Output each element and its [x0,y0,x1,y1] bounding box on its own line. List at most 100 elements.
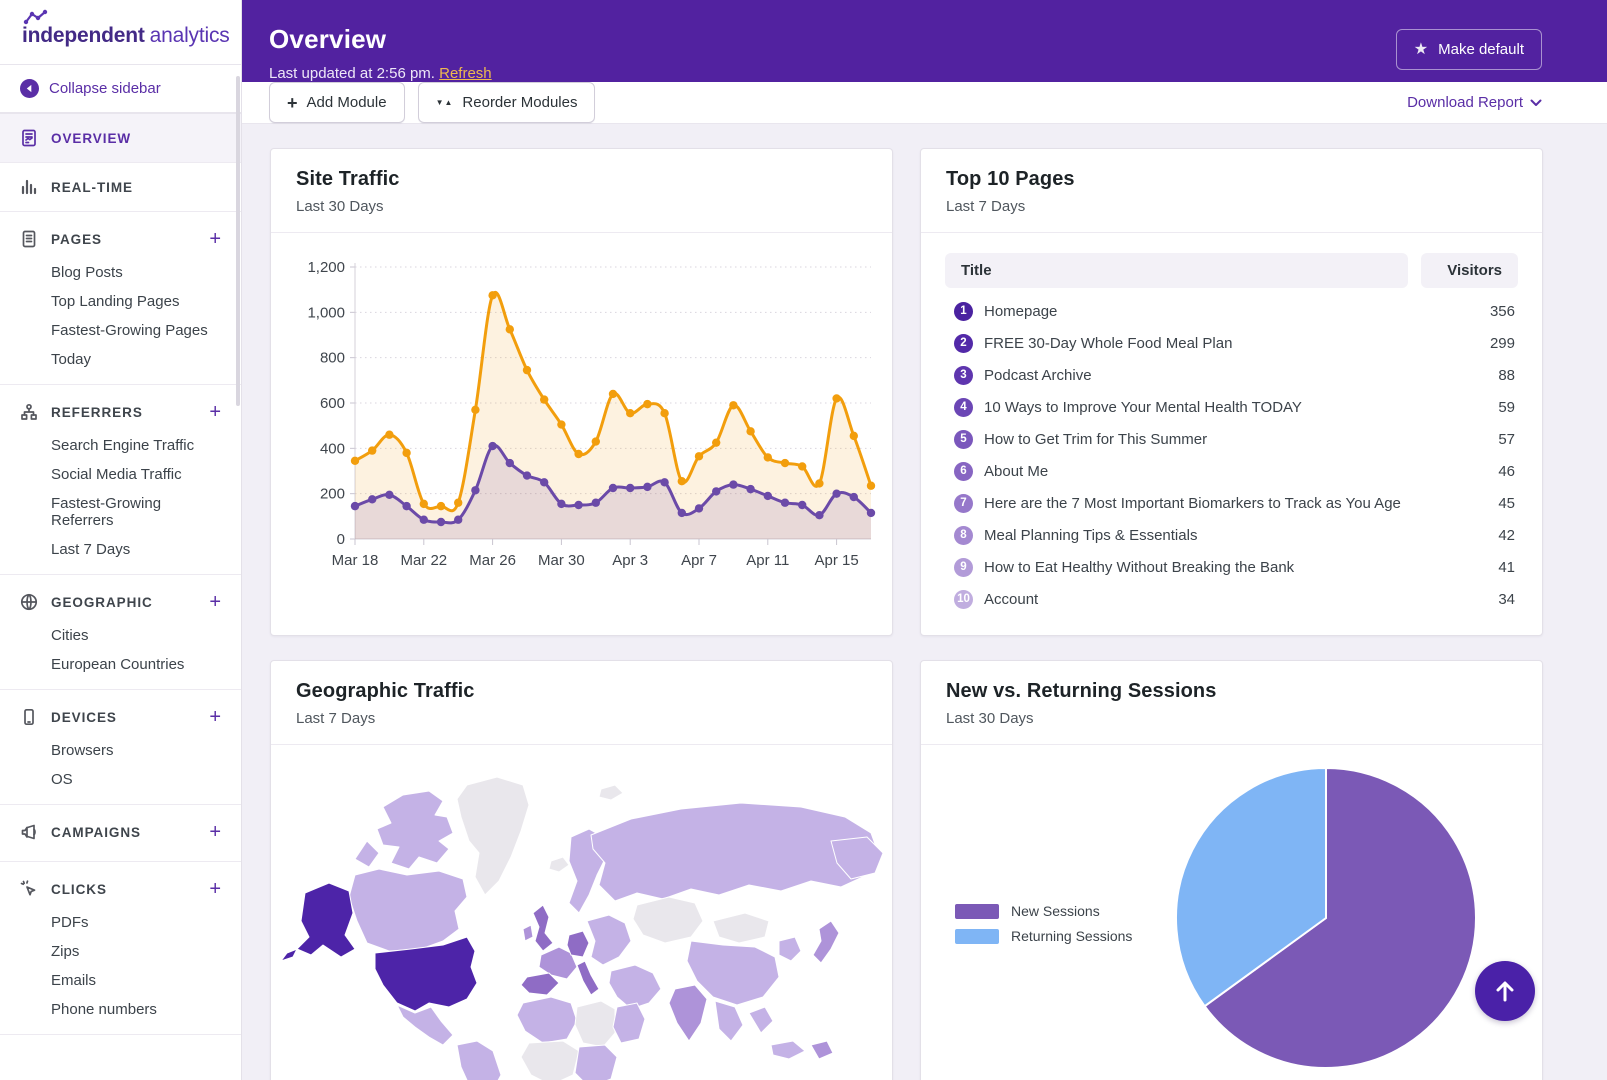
sidebar-item-clicks[interactable]: CLICKS + [0,868,241,908]
visitors-value: 356 [1425,303,1515,320]
sidebar-subitem-os[interactable]: OS [0,765,241,794]
refresh-link[interactable]: Refresh [439,65,492,82]
download-report-button[interactable]: Download Report [1407,94,1542,111]
sidebar-subitem-blog-posts[interactable]: Blog Posts [0,258,241,287]
page-title-link[interactable]: Homepage [984,303,1425,320]
sidebar-subitem-search-engine-traffic[interactable]: Search Engine Traffic [0,431,241,460]
sidebar-section-geographic: GEOGRAPHIC +CitiesEuropean Countries [0,575,241,690]
sidebar-subitem-social-media-traffic[interactable]: Social Media Traffic [0,460,241,489]
add-clicks-report-button[interactable]: + [209,882,221,896]
svg-text:Mar 30: Mar 30 [538,552,585,569]
sidebar-item-real-time[interactable]: REAL-TIME [0,163,241,212]
rank-badge: 8 [954,526,973,545]
svg-text:800: 800 [320,350,345,367]
column-header-visitors[interactable]: Visitors [1421,253,1518,288]
table-row-7: 7 Here are the 7 Most Important Biomarke… [945,487,1518,519]
circle-arrow-left-icon [20,79,39,98]
arrow-up-icon [1494,979,1516,1003]
collapse-sidebar-label: Collapse sidebar [49,80,161,97]
page-title-link[interactable]: Podcast Archive [984,367,1425,384]
table-row-8: 8 Meal Planning Tips & Essentials 42 [945,519,1518,551]
scroll-to-top-button[interactable] [1475,961,1535,1021]
page-title-link[interactable]: Meal Planning Tips & Essentials [984,527,1425,544]
svg-text:Apr 11: Apr 11 [746,552,789,569]
sidebar-subitem-last-7-days[interactable]: Last 7 Days [0,535,241,564]
column-header-title[interactable]: Title [945,253,1408,288]
sidebar-subitem-cities[interactable]: Cities [0,621,241,650]
sidebar-item-overview[interactable]: OVERVIEW [0,113,241,163]
svg-text:400: 400 [320,440,345,457]
star-icon: ★ [1414,42,1428,58]
sidebar-item-geographic[interactable]: GEOGRAPHIC + [0,581,241,621]
sidebar-item-devices[interactable]: DEVICES + [0,696,241,736]
app-logo[interactable]: independentanalytics [0,0,241,65]
rank-badge: 4 [954,398,973,417]
sessions-chart: New Sessions Returning Sessions [921,745,1542,1080]
cursor-click-icon [20,880,38,898]
toolbar: + Add Module ▼▲ Reorder Modules Download… [242,82,1607,124]
site-traffic-chart: 1,2001,0008006004002000Mar 18Mar 22Mar 2… [271,233,892,587]
reorder-modules-button[interactable]: ▼▲ Reorder Modules [418,82,596,123]
sidebar-item-pages[interactable]: PAGES + [0,218,241,258]
page-title-link[interactable]: About Me [984,463,1425,480]
add-module-button[interactable]: + Add Module [269,82,405,123]
make-default-button[interactable]: ★ Make default [1396,29,1542,70]
sidebar-subitem-browsers[interactable]: Browsers [0,736,241,765]
sidebar-subitem-today[interactable]: Today [0,345,241,374]
sidebar-section-clicks: CLICKS +PDFsZipsEmailsPhone numbers [0,862,241,1035]
sidebar-section-pages: PAGES +Blog PostsTop Landing PagesFastes… [0,212,241,385]
sidebar-subitem-european-countries[interactable]: European Countries [0,650,241,679]
rank-badge: 1 [954,302,973,321]
sidebar-scrollbar[interactable] [236,76,240,406]
sidebar-subitem-zips[interactable]: Zips [0,937,241,966]
svg-text:0: 0 [337,531,345,548]
sidebar: independentanalytics Collapse sidebar OV… [0,0,242,1080]
report-icon [20,129,38,147]
page-title-link[interactable]: Here are the 7 Most Important Biomarkers… [984,495,1425,512]
legend-item-new-sessions: New Sessions [955,903,1132,919]
page-title-link[interactable]: How to Eat Healthy Without Breaking the … [984,559,1425,576]
sidebar-subitem-fastest-growing-referrers[interactable]: Fastest-Growing Referrers [0,489,241,535]
sessions-subtitle: Last 30 Days [946,710,1517,727]
site-traffic-module: Site Traffic Last 30 Days 1,2001,0008006… [270,148,893,636]
page-title-link[interactable]: 10 Ways to Improve Your Mental Health TO… [984,399,1425,416]
rank-badge: 6 [954,462,973,481]
legend-swatch [955,904,999,919]
sidebar-item-referrers[interactable]: REFERRERS + [0,391,241,431]
sidebar-nav: OVERVIEWREAL-TIME PAGES +Blog PostsTop L… [0,113,241,1035]
add-campaigns-report-button[interactable]: + [209,825,221,839]
rank-badge: 5 [954,430,973,449]
sidebar-subitem-phone-numbers[interactable]: Phone numbers [0,995,241,1024]
add-pages-report-button[interactable]: + [209,232,221,246]
visitors-value: 299 [1425,335,1515,352]
site-traffic-title: Site Traffic [296,168,867,191]
table-row-3: 3 Podcast Archive 88 [945,359,1518,391]
page-title-link[interactable]: How to Get Trim for This Summer [984,431,1425,448]
sitemap-icon [20,403,38,421]
sidebar-subitem-pdfs[interactable]: PDFs [0,908,241,937]
page-title-link[interactable]: FREE 30-Day Whole Food Meal Plan [984,335,1425,352]
top-pages-module: Top 10 Pages Last 7 Days Title Visitors … [920,148,1543,636]
rank-badge: 9 [954,558,973,577]
device-icon [20,708,38,726]
add-geographic-report-button[interactable]: + [209,595,221,609]
geographic-title: Geographic Traffic [296,680,867,703]
add-devices-report-button[interactable]: + [209,710,221,724]
sidebar-subitem-top-landing-pages[interactable]: Top Landing Pages [0,287,241,316]
sidebar-subitem-emails[interactable]: Emails [0,966,241,995]
sidebar-subitem-fastest-growing-pages[interactable]: Fastest-Growing Pages [0,316,241,345]
page-title-link[interactable]: Account [984,591,1425,608]
megaphone-icon [20,823,38,841]
site-traffic-subtitle: Last 30 Days [296,198,867,215]
visitors-value: 59 [1425,399,1515,416]
table-row-9: 9 How to Eat Healthy Without Breaking th… [945,551,1518,583]
world-map[interactable] [271,745,892,1080]
svg-text:1,000: 1,000 [307,304,345,321]
collapse-sidebar-button[interactable]: Collapse sidebar [0,65,241,113]
add-referrers-report-button[interactable]: + [209,405,221,419]
visitors-value: 42 [1425,527,1515,544]
page-title: Overview [269,24,492,55]
sidebar-item-campaigns[interactable]: CAMPAIGNS + [0,811,241,851]
pie-legend: New Sessions Returning Sessions [955,903,1132,944]
svg-text:Apr 15: Apr 15 [814,552,858,569]
